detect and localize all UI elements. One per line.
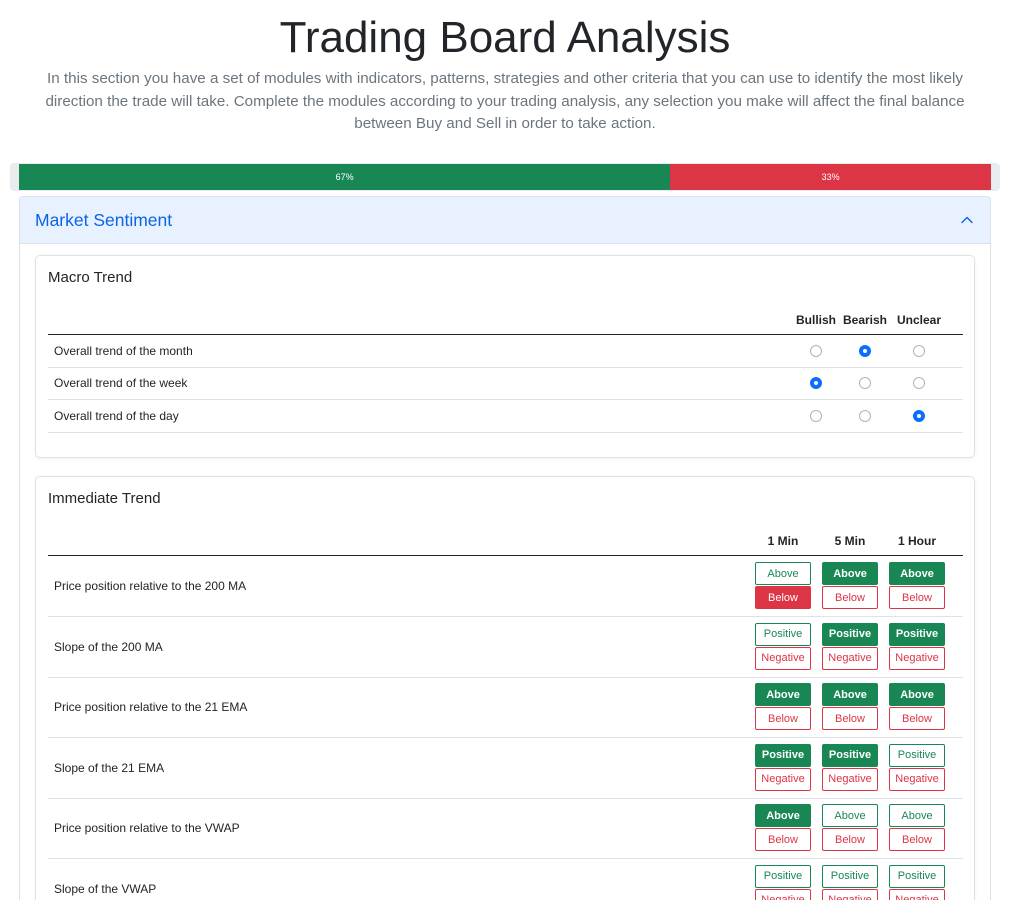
market-sentiment-accordion: Market Sentiment Macro Trend Bullish Bear… (19, 196, 991, 900)
below-button[interactable]: Below (755, 707, 811, 730)
row-label: Price position relative to the VWAP (54, 821, 240, 835)
negative-button[interactable]: Negative (822, 888, 878, 900)
radio-bearish[interactable] (859, 345, 871, 357)
below-button[interactable]: Below (755, 586, 811, 609)
positive-button[interactable]: Positive (822, 743, 878, 767)
above-button[interactable]: Above (889, 804, 945, 827)
below-button[interactable]: Below (889, 586, 945, 609)
page-description: In this section you have a set of module… (45, 70, 965, 132)
negative-button[interactable]: Negative (889, 767, 945, 791)
below-button[interactable]: Below (889, 707, 945, 730)
table-row-divider (48, 616, 963, 617)
market-sentiment-header[interactable]: Market Sentiment (20, 197, 990, 244)
negative-button[interactable]: Negative (889, 646, 945, 670)
radio-bullish[interactable] (810, 377, 822, 389)
above-button[interactable]: Above (755, 683, 811, 706)
positive-button[interactable]: Positive (889, 622, 945, 646)
above-button[interactable]: Above (755, 562, 811, 585)
row-label: Slope of the 200 MA (54, 639, 163, 654)
positive-button[interactable]: Positive (889, 864, 945, 888)
row-label: Slope of the VWAP (54, 881, 157, 896)
table-header-divider (48, 555, 963, 556)
immediate-trend-card: Immediate Trend 1 Min 5 Min 1 Hour Price po… (35, 476, 975, 900)
page-title: Trading Board Analysis (279, 13, 731, 62)
radio-bearish[interactable] (859, 410, 871, 422)
above-button[interactable]: Above (889, 562, 945, 585)
below-button[interactable]: Below (822, 707, 878, 730)
accordion-title: Market Sentiment (35, 209, 173, 230)
above-button[interactable]: Above (889, 683, 945, 706)
macro-trend-title: Macro Trend (48, 269, 133, 286)
above-button[interactable]: Above (822, 683, 878, 706)
table-row-divider (48, 797, 963, 799)
table-row-divider (48, 676, 963, 678)
positive-button[interactable]: Positive (755, 743, 811, 767)
immediate-trend-title: Immediate Trend (48, 490, 161, 507)
table-row-divider (48, 858, 963, 859)
positive-button[interactable]: Positive (755, 622, 811, 646)
table-header-divider (48, 334, 963, 335)
buy-progress-segment: 67% (19, 164, 671, 190)
above-button[interactable]: Above (822, 562, 878, 585)
radio-unclear[interactable] (913, 345, 925, 357)
column-header-1-min: 1 Min (767, 534, 799, 548)
macro-trend-card: Macro Trend Bullish Bearish Unclear Overall… (35, 255, 975, 458)
column-header-bearish: Bearish (842, 313, 888, 327)
below-button[interactable]: Below (755, 828, 811, 851)
below-button[interactable]: Below (822, 828, 878, 851)
negative-button[interactable]: Negative (755, 888, 811, 900)
radio-unclear[interactable] (913, 377, 925, 389)
negative-button[interactable]: Negative (889, 888, 945, 900)
sell-progress-segment: 33% (670, 164, 991, 190)
above-button[interactable]: Above (755, 804, 811, 827)
column-header-1-hour: 1 Hour (897, 534, 936, 548)
row-label: Price position relative to the 200 MA (54, 579, 247, 593)
positive-button[interactable]: Positive (822, 864, 878, 888)
column-header-unclear: Unclear (896, 313, 942, 327)
below-button[interactable]: Below (822, 586, 878, 609)
positive-button[interactable]: Positive (822, 622, 878, 646)
positive-button[interactable]: Positive (755, 864, 811, 888)
table-row-divider (48, 399, 963, 400)
positive-button[interactable]: Positive (889, 743, 945, 767)
table-row-divider (48, 737, 963, 738)
radio-bullish[interactable] (810, 345, 822, 357)
radio-bearish[interactable] (859, 377, 871, 389)
negative-button[interactable]: Negative (822, 767, 878, 791)
negative-button[interactable]: Negative (755, 646, 811, 670)
row-label: Slope of the 21 EMA (54, 760, 165, 775)
radio-unclear[interactable] (913, 410, 925, 422)
negative-button[interactable]: Negative (822, 646, 878, 670)
radio-bullish[interactable] (810, 410, 822, 422)
table-row-divider (48, 367, 963, 368)
row-label: Overall trend of the month (54, 344, 193, 358)
table-row-divider (48, 432, 963, 433)
buy-sell-balance-bar: 67% 33% (10, 163, 1000, 191)
row-label: Price position relative to the 21 EMA (54, 700, 248, 714)
chevron-up-icon[interactable] (959, 212, 975, 228)
column-header-5-min: 5 Min (834, 534, 866, 548)
negative-button[interactable]: Negative (755, 767, 811, 791)
row-label: Overall trend of the week (54, 376, 188, 390)
above-button[interactable]: Above (822, 804, 878, 827)
below-button[interactable]: Below (889, 828, 945, 851)
row-label: Overall trend of the day (54, 409, 179, 423)
